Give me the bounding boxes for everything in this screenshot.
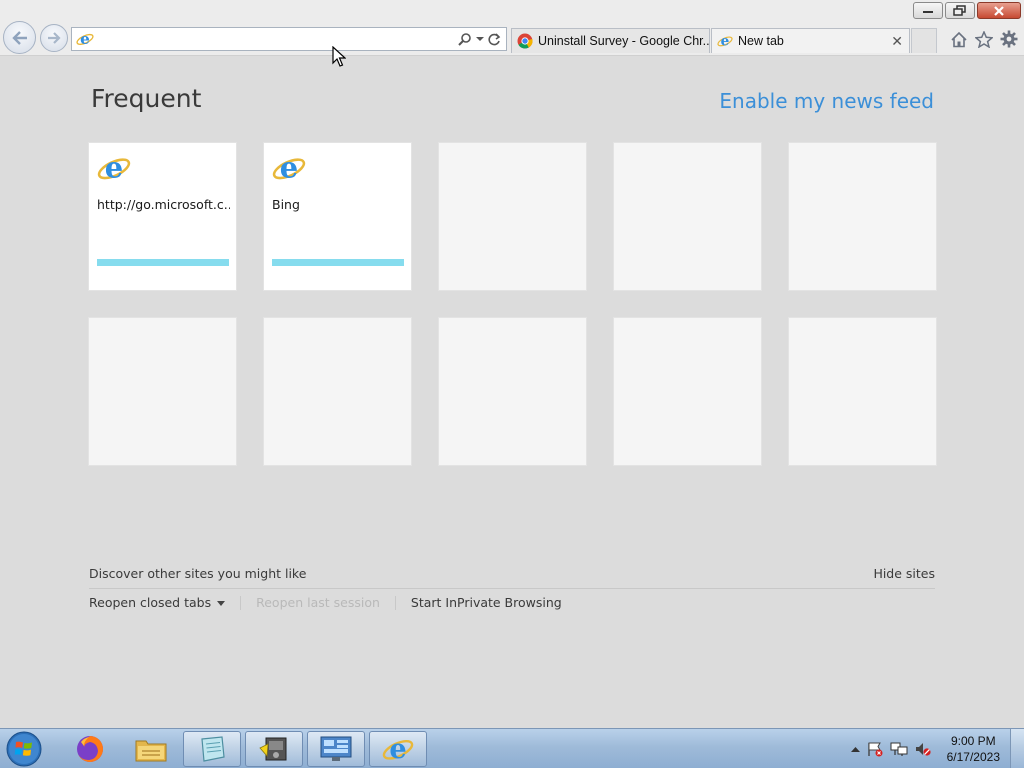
windows-logo-icon (6, 731, 42, 767)
address-bar[interactable]: e (71, 27, 507, 51)
divider (240, 595, 242, 610)
svg-text:e: e (280, 151, 298, 184)
ie-icon: e (717, 33, 733, 49)
file-explorer-icon (135, 740, 167, 762)
ie-icon: e (76, 30, 94, 48)
volume-muted-icon[interactable] (914, 741, 932, 757)
tile-empty[interactable] (438, 317, 587, 466)
notepad-icon (201, 736, 225, 762)
svg-text:e: e (80, 30, 90, 48)
tile-label: Bing (272, 197, 300, 212)
page-actions: Reopen closed tabs Reopen last session S… (89, 595, 562, 610)
browser-chrome: e Uninstall Survey - Google Chr... e New… (0, 0, 1024, 56)
tile-activity-bar (97, 259, 229, 266)
gear-icon (1000, 30, 1018, 48)
search-icon[interactable] (458, 32, 472, 46)
system-tray (851, 729, 932, 768)
tile-empty[interactable] (263, 317, 412, 466)
firefox-icon (77, 736, 103, 762)
new-tab-page: Frequent Enable my news feed e http://go… (0, 57, 1024, 728)
taskbar: e 9:00 PM 6/17/2023 (0, 728, 1024, 768)
restore-icon (953, 5, 966, 16)
tab-uninstall-survey[interactable]: Uninstall Survey - Google Chr... (511, 28, 710, 53)
tile-empty[interactable] (613, 142, 762, 291)
back-button[interactable] (3, 21, 36, 54)
start-inprivate-link[interactable]: Start InPrivate Browsing (411, 595, 562, 610)
tile-activity-bar (272, 259, 404, 266)
control-panel-icon (320, 736, 352, 761)
tab-new-tab[interactable]: e New tab ✕ (711, 28, 910, 53)
tile-site-2[interactable]: e Bing (263, 142, 412, 291)
tab-label: New tab (738, 34, 784, 48)
enable-news-feed-link[interactable]: Enable my news feed (719, 89, 934, 113)
forward-button[interactable] (40, 24, 68, 52)
show-hidden-icons-icon[interactable] (851, 746, 860, 752)
address-input[interactable] (98, 29, 458, 49)
svg-text:e: e (105, 151, 123, 184)
media-app-icon (259, 737, 287, 761)
home-icon (951, 31, 967, 47)
window-controls (913, 2, 1021, 19)
tile-empty[interactable] (613, 317, 762, 466)
tab-label: Uninstall Survey - Google Chr... (538, 34, 709, 48)
network-icon[interactable] (890, 741, 908, 757)
close-window-button[interactable] (977, 2, 1021, 19)
back-arrow-icon (11, 30, 27, 45)
svg-text:e: e (721, 33, 730, 49)
clock-date: 6/17/2023 (946, 750, 1000, 764)
tab-close-button[interactable]: ✕ (891, 33, 903, 50)
clock-time: 9:00 PM (950, 734, 996, 748)
taskbar-file-explorer[interactable] (122, 731, 180, 767)
taskbar-firefox[interactable] (61, 731, 119, 767)
new-tab-button[interactable] (911, 28, 937, 53)
start-button[interactable] (4, 730, 44, 768)
show-desktop-button[interactable] (1010, 729, 1024, 768)
ie-icon: e (272, 151, 306, 184)
reopen-closed-tabs-button[interactable]: Reopen closed tabs (89, 595, 226, 610)
reopen-closed-tabs-label: Reopen closed tabs (89, 595, 212, 610)
ie-icon: e (97, 151, 131, 184)
tile-site-1[interactable]: e http://go.microsoft.c... (88, 142, 237, 291)
taskbar-internet-explorer[interactable]: e (369, 731, 427, 767)
taskbar-clock[interactable]: 9:00 PM 6/17/2023 (947, 733, 1000, 765)
restore-button[interactable] (945, 2, 975, 19)
address-tools (458, 32, 501, 46)
tools-button[interactable] (999, 29, 1019, 49)
caret-down-icon (217, 601, 226, 606)
ie-icon: e (382, 733, 414, 765)
divider (89, 588, 935, 589)
action-center-flag-icon[interactable] (866, 741, 884, 757)
taskbar-control-panel[interactable] (307, 731, 365, 767)
taskbar-notepad[interactable] (183, 731, 241, 767)
discover-sites-text: Discover other sites you might like (89, 566, 307, 581)
divider (394, 595, 396, 610)
page-title: Frequent (91, 84, 202, 113)
close-icon (994, 5, 1004, 16)
tile-empty[interactable] (88, 317, 237, 466)
chrome-icon (517, 33, 533, 49)
refresh-icon[interactable] (488, 32, 501, 46)
reopen-last-session-link: Reopen last session (256, 595, 380, 610)
tile-empty[interactable] (788, 142, 937, 291)
tile-label: http://go.microsoft.c... (97, 197, 230, 212)
home-button[interactable] (949, 29, 969, 49)
minimize-button[interactable] (913, 2, 943, 19)
minimize-icon (923, 10, 933, 13)
tile-empty[interactable] (438, 142, 587, 291)
taskbar-media-app[interactable] (245, 731, 303, 767)
svg-text:e: e (389, 733, 406, 765)
forward-arrow-icon (48, 32, 61, 44)
mouse-cursor-icon (332, 46, 346, 67)
chevron-down-icon[interactable] (476, 36, 484, 42)
star-icon (975, 30, 993, 48)
tile-empty[interactable] (788, 317, 937, 466)
hide-sites-link[interactable]: Hide sites (873, 566, 935, 581)
favorites-button[interactable] (974, 29, 994, 49)
